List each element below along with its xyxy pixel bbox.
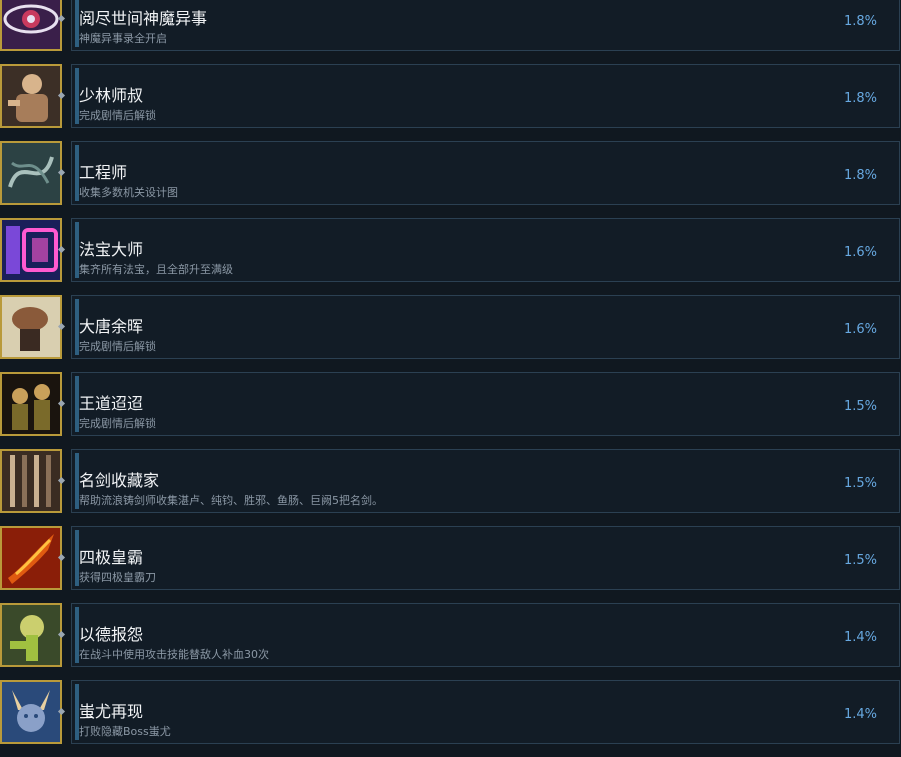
blueprint-dragon-icon <box>0 141 62 205</box>
healing-strike-icon <box>0 603 62 667</box>
achievement-list: 阅尽世间神魔异事 神魔异事录全开启 1.8% 少林师叔 完成剧情后解锁 1.8%… <box>0 0 901 757</box>
unlock-percentage: 1.6% <box>843 245 877 260</box>
achievement-title: 蚩尤再现 <box>79 702 144 721</box>
unlock-percentage: 1.6% <box>843 322 877 337</box>
achievement-title: 王道迢迢 <box>79 394 144 413</box>
achievement-description: 收集多数机关设计图 <box>79 186 178 199</box>
horned-demon-icon <box>0 680 62 744</box>
achievement-description: 打败隐藏Boss蚩尤 <box>79 725 171 738</box>
achievement-card[interactable]: 少林师叔 完成剧情后解锁 1.8% <box>71 64 900 128</box>
achievement-row: 大唐余晖 完成剧情后解锁 1.6% <box>0 295 901 372</box>
achievement-card[interactable]: 以德报怨 在战斗中使用攻击技能替敌人补血30次 1.4% <box>71 603 900 667</box>
achievement-description: 完成剧情后解锁 <box>79 417 156 430</box>
unlock-percentage: 1.5% <box>843 553 877 568</box>
unlock-percentage: 1.8% <box>843 14 877 29</box>
unlock-percentage: 1.4% <box>843 707 877 722</box>
achievement-row: 阅尽世间神魔异事 神魔异事录全开启 1.8% <box>0 0 901 64</box>
achievement-row: 蚩尤再现 打败隐藏Boss蚩尤 1.4% <box>0 680 901 757</box>
achievement-card[interactable]: 蚩尤再现 打败隐藏Boss蚩尤 1.4% <box>71 680 900 744</box>
achievement-card[interactable]: 阅尽世间神魔异事 神魔异事录全开启 1.8% <box>71 0 900 51</box>
straw-hat-traveler-icon <box>0 295 62 359</box>
unlock-percentage: 1.8% <box>843 168 877 183</box>
achievement-card[interactable]: 大唐余晖 完成剧情后解锁 1.6% <box>71 295 900 359</box>
achievement-description: 在战斗中使用攻击技能替敌人补血30次 <box>79 648 269 661</box>
achievement-title: 少林师叔 <box>79 86 144 105</box>
achievement-title: 名剑收藏家 <box>79 471 160 490</box>
achievement-title: 四极皇霸 <box>79 548 144 567</box>
achievement-title: 工程师 <box>79 163 128 182</box>
unlock-percentage: 1.4% <box>843 630 877 645</box>
achievement-card[interactable]: 名剑收藏家 帮助流浪铸剑师收集湛卢、纯钧、胜邪、鱼肠、巨阙5把名剑。 1.5% <box>71 449 900 513</box>
achievement-description: 神魔异事录全开启 <box>79 32 167 45</box>
unlock-percentage: 1.5% <box>843 476 877 491</box>
two-figures-icon <box>0 372 62 436</box>
eye-sigil-icon <box>0 0 62 51</box>
achievement-row: 以德报怨 在战斗中使用攻击技能替敌人补血30次 1.4% <box>0 603 901 680</box>
achievement-description: 完成剧情后解锁 <box>79 109 156 122</box>
achievement-title: 法宝大师 <box>79 240 144 259</box>
achievement-card[interactable]: 工程师 收集多数机关设计图 1.8% <box>71 141 900 205</box>
treasure-full-icon <box>0 218 62 282</box>
unlock-percentage: 1.8% <box>843 91 877 106</box>
achievement-description: 集齐所有法宝，且全部升至满级 <box>79 263 233 276</box>
achievement-card[interactable]: 四极皇霸 获得四极皇霸刀 1.5% <box>71 526 900 590</box>
achievement-description: 获得四极皇霸刀 <box>79 571 156 584</box>
achievement-title: 以德报怨 <box>79 625 144 644</box>
achievement-row: 王道迢迢 完成剧情后解锁 1.5% <box>0 372 901 449</box>
achievement-card[interactable]: 法宝大师 集齐所有法宝，且全部升至满级 1.6% <box>71 218 900 282</box>
sword-rack-icon <box>0 449 62 513</box>
achievement-description: 完成剧情后解锁 <box>79 340 156 353</box>
achievement-description: 帮助流浪铸剑师收集湛卢、纯钧、胜邪、鱼肠、巨阙5把名剑。 <box>79 494 383 507</box>
achievement-title: 阅尽世间神魔异事 <box>79 9 208 28</box>
achievement-row: 四极皇霸 获得四极皇霸刀 1.5% <box>0 526 901 603</box>
achievement-row: 法宝大师 集齐所有法宝，且全部升至满级 1.6% <box>0 218 901 295</box>
achievement-card[interactable]: 王道迢迢 完成剧情后解锁 1.5% <box>71 372 900 436</box>
unlock-percentage: 1.5% <box>843 399 877 414</box>
achievement-row: 少林师叔 完成剧情后解锁 1.8% <box>0 64 901 141</box>
achievement-row: 工程师 收集多数机关设计图 1.8% <box>0 141 901 218</box>
achievement-title: 大唐余晖 <box>79 317 144 336</box>
achievement-row: 名剑收藏家 帮助流浪铸剑师收集湛卢、纯钧、胜邪、鱼肠、巨阙5把名剑。 1.5% <box>0 449 901 526</box>
monk-warrior-icon <box>0 64 62 128</box>
flaming-blade-icon <box>0 526 62 590</box>
